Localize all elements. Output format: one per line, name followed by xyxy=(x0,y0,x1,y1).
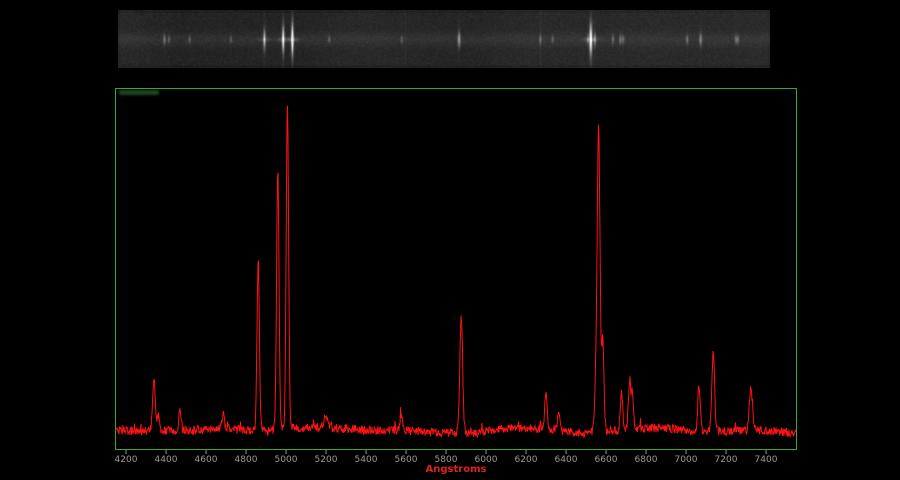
tick-mark xyxy=(365,450,367,454)
x-axis-tick: 6400 xyxy=(555,450,577,465)
x-axis-tick: 5600 xyxy=(395,450,417,465)
tick-mark xyxy=(245,450,247,454)
spectrum-plot xyxy=(115,88,797,450)
x-axis-tick: 4800 xyxy=(235,450,257,465)
x-axis-tick: 4400 xyxy=(155,450,177,465)
raw-spectrum-canvas xyxy=(118,10,770,68)
tick-mark xyxy=(445,450,447,454)
spectroscopy-screen: 4200 4400 4600 4800 5000 5200 5400 5600 5800 6000… xyxy=(0,0,900,480)
tick-mark xyxy=(325,450,327,454)
tick-mark xyxy=(685,450,687,454)
spectrum-trace-area xyxy=(116,105,796,439)
x-axis-tick: 6800 xyxy=(635,450,657,465)
tick-mark xyxy=(285,450,287,454)
x-axis-tick: 4200 xyxy=(115,450,137,465)
x-axis-tick: 5200 xyxy=(315,450,337,465)
tick-mark xyxy=(565,450,567,454)
x-axis-tick: 6200 xyxy=(515,450,537,465)
x-axis-tick: 5400 xyxy=(355,450,377,465)
tick-mark xyxy=(405,450,407,454)
tick-mark xyxy=(205,450,207,454)
x-axis-tick: 6000 xyxy=(475,450,497,465)
raw-spectrum-image xyxy=(118,10,770,68)
x-axis-tick: 4600 xyxy=(195,450,217,465)
tick-mark xyxy=(165,450,167,454)
tick-mark xyxy=(765,450,767,454)
x-axis-tick: 5800 xyxy=(435,450,457,465)
tick-mark xyxy=(645,450,647,454)
tick-mark xyxy=(605,450,607,454)
x-axis-title: Angstroms xyxy=(425,464,487,475)
tick-mark xyxy=(725,450,727,454)
x-axis-tick: 7400 xyxy=(755,450,777,465)
tick-mark xyxy=(125,450,127,454)
x-axis-tick: 6600 xyxy=(595,450,617,465)
x-axis-tick: 5000 xyxy=(275,450,297,465)
tick-mark xyxy=(485,450,487,454)
spectrum-line xyxy=(116,105,796,439)
x-axis-tick: 7000 xyxy=(675,450,697,465)
tick-mark xyxy=(525,450,527,454)
x-axis-tick: 7200 xyxy=(715,450,737,465)
plot-corner-text-artifact xyxy=(119,90,159,95)
